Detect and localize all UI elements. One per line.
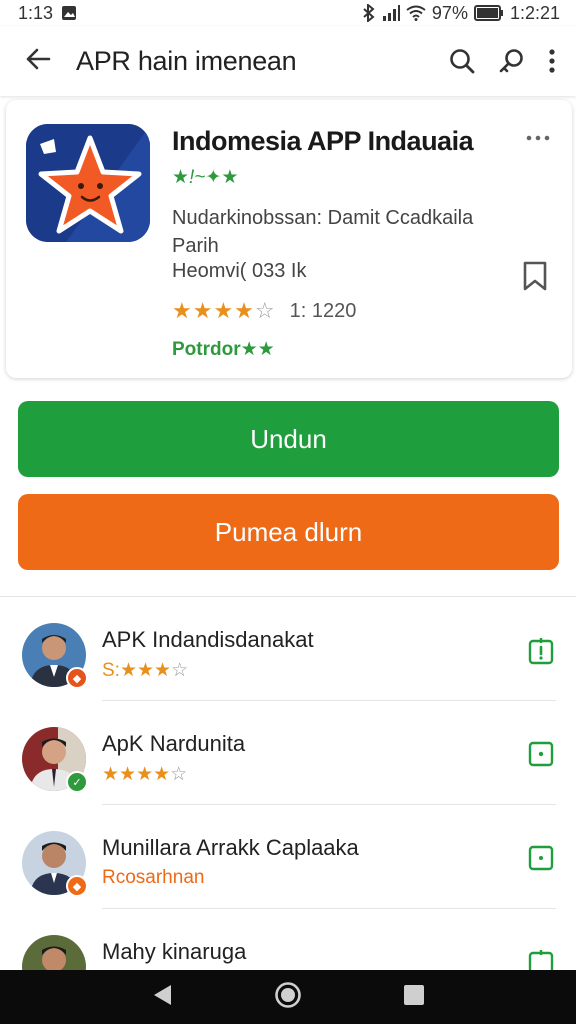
page-title: APR hain imenean: [76, 45, 297, 76]
wifi-icon: [406, 5, 426, 21]
shield-badge-icon: ◆: [66, 667, 88, 689]
status-time-left: 1:13: [18, 2, 54, 23]
list-item[interactable]: ◆ APK Indandisdanakat S:★★★☆: [0, 597, 576, 701]
more-horiz-icon: [526, 122, 550, 147]
developer-info: Nudarkinobssan: Damit Ccadkaila Parih: [172, 207, 474, 257]
card-more-button[interactable]: [526, 122, 550, 148]
check-badge-icon: ✓: [66, 771, 88, 793]
rating-count: 1: 1220: [289, 299, 357, 322]
arrow-left-icon: [24, 45, 52, 78]
app-name: Indomesia APP Indauaia: [172, 126, 474, 156]
bluetooth-icon: [362, 4, 376, 22]
more-vert-icon[interactable]: [548, 47, 556, 75]
avatar: ✓: [22, 727, 88, 793]
rating-row: ★★★★☆ 1: 1220: [172, 298, 356, 324]
back-button[interactable]: [0, 26, 76, 96]
avatar: ◆: [22, 831, 88, 897]
list-item[interactable]: ✓ ApK Nardunita ★★★★☆: [0, 701, 576, 805]
battery-percent: 97%: [431, 2, 468, 23]
app-bar: APR hain imenean: [0, 26, 576, 96]
app-badge: Potrdor★★: [172, 339, 275, 360]
nav-back-icon[interactable]: [151, 983, 173, 1012]
status-bar: 1:13 97% 1:2:21: [0, 0, 576, 26]
shield-badge-icon: ◆: [66, 875, 88, 897]
list-item-title: ApK Nardunita: [102, 731, 246, 756]
list-item[interactable]: ◆ Munillara Arrakk Caplaaka Rcosarhnan: [0, 805, 576, 909]
nav-home-icon[interactable]: [274, 981, 302, 1014]
bookmark-icon: [522, 261, 548, 296]
download-button[interactable]: Undun: [18, 401, 559, 477]
list-item-title: APK Indandisdanakat: [102, 627, 314, 652]
list-item-title: Mahy kinaruga: [102, 939, 247, 964]
bookmark-button[interactable]: [522, 260, 548, 297]
image-notification-icon: [61, 5, 77, 21]
app-icon: [26, 124, 150, 242]
avatar: ◆: [22, 623, 88, 689]
status-time-right: 1:2:21: [509, 2, 560, 23]
list-item-subtitle: Rcosarhnan: [102, 867, 205, 888]
square-dot-icon: [528, 741, 554, 771]
app-info-card: Indomesia APP Indauaia ★!~✦★ Nudarkinobs…: [6, 100, 572, 378]
list-item-rating: S:★★★☆: [102, 660, 189, 681]
search-icon[interactable]: [448, 47, 476, 75]
list-item-action-button[interactable]: [528, 637, 554, 670]
signal-icon: [382, 5, 400, 21]
key-search-icon[interactable]: [498, 47, 526, 75]
list-item-rating: ★★★★☆: [102, 764, 188, 785]
app-size: Heomvi( 033 Ik: [172, 260, 307, 282]
square-dot-icon: [528, 845, 554, 875]
related-apps-list: ◆ APK Indandisdanakat S:★★★☆ ✓ ApK Nardu…: [0, 597, 576, 1013]
list-item-action-button[interactable]: [528, 741, 554, 772]
system-navigation-bar: [0, 970, 576, 1024]
rating-stars: ★★★★☆: [172, 298, 276, 323]
secondary-button[interactable]: Pumea dlurn: [18, 494, 559, 570]
list-item-title: Munillara Arrakk Caplaaka: [102, 835, 359, 860]
nav-recents-icon[interactable]: [403, 984, 425, 1011]
alert-box-icon: [528, 638, 554, 669]
app-tagline: ★!~✦★: [172, 167, 239, 188]
list-item-action-button[interactable]: [528, 845, 554, 876]
battery-icon: [473, 5, 504, 21]
